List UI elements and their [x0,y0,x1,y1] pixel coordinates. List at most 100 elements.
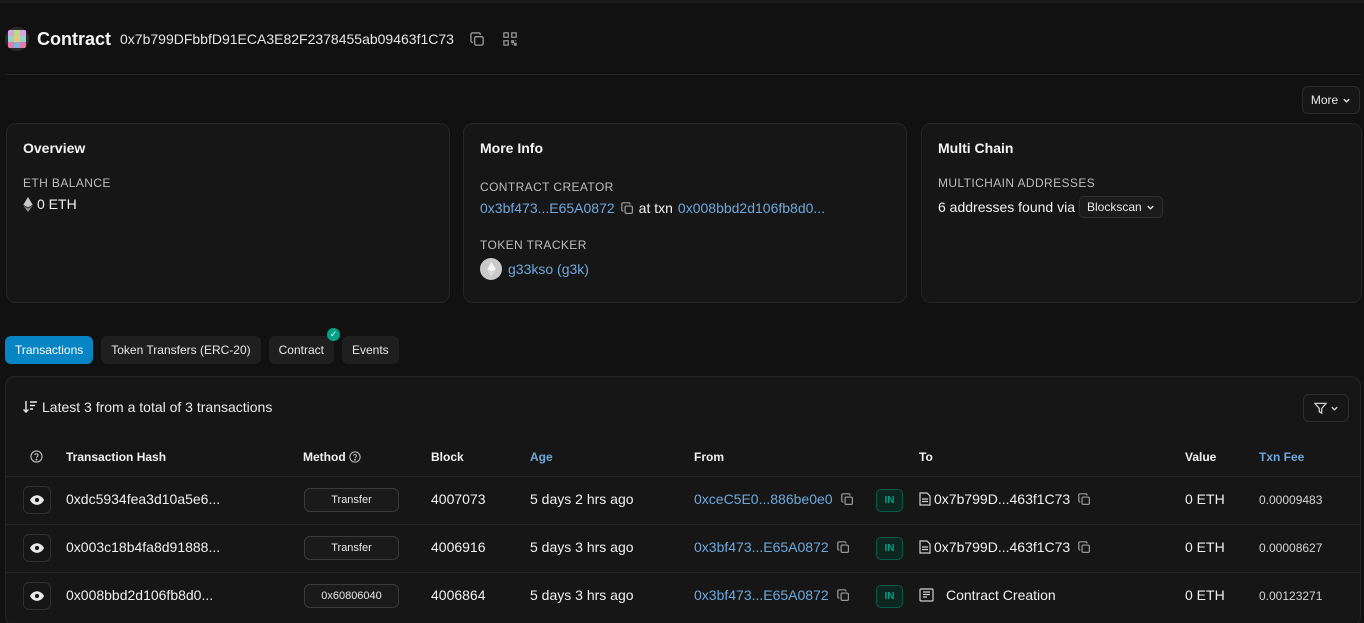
txn-fee-text: 0.00009483 [1259,493,1323,507]
contract-creator-label: CONTRACT CREATOR [480,180,614,194]
token-icon [480,258,502,280]
multi-chain-card: Multi Chain MULTICHAIN ADDRESSES 6 addre… [921,123,1362,303]
column-from: From [694,450,724,464]
to-address-text[interactable]: 0x7b799D...463f1C73 [934,491,1070,507]
column-value: Value [1185,450,1217,464]
table-row: 0x003c18b4fa8d91888... Transfer 4006916 … [6,525,1360,572]
block-link[interactable]: 4006916 [431,539,486,555]
value-text: 0 ETH [1185,491,1225,507]
from-address-link[interactable]: 0xceC5E0...886be0e0 [694,491,833,507]
question-circle-icon [30,450,43,463]
chevron-down-icon [1343,98,1350,103]
eth-balance-label: ETH BALANCE [23,176,111,190]
question-circle-icon[interactable] [348,451,361,463]
transaction-hash-link[interactable]: 0xdc5934fea3d10a5e6... [66,491,220,507]
more-button-label: More [1310,93,1339,107]
value-text: 0 ETH [1185,539,1225,555]
direction-badge: IN [876,585,903,608]
method-badge: Transfer [304,536,399,560]
table-row: 0xdc5934fea3d10a5e6... Transfer 4007073 … [6,477,1360,524]
filter-icon [1313,402,1327,414]
chevron-down-icon [1330,406,1338,411]
column-age[interactable]: Age [530,450,553,464]
help-icon-column[interactable] [30,450,43,463]
check-icon: ✓ [327,328,340,341]
column-method: Method [303,450,361,464]
filter-button[interactable] [1303,394,1349,422]
column-block: Block [431,450,464,464]
copy-icon[interactable] [620,201,634,215]
addresses-found-text: 6 addresses found via [938,199,1075,215]
txn-fee-text: 0.00123271 [1259,589,1323,603]
copy-icon[interactable] [1078,492,1091,506]
ethereum-icon [23,196,33,212]
from-address-link[interactable]: 0x3bf473...E65A0872 [694,539,829,555]
column-method-label: Method [303,450,346,464]
tab-events[interactable]: Events [342,336,399,364]
qr-code-icon[interactable] [503,32,517,46]
contract-creator-link[interactable]: 0x3bf473...E65A0872 [480,200,615,216]
document-icon [919,492,931,506]
from-address-link[interactable]: 0x3bf473...E65A0872 [694,587,829,603]
tab-token-transfers[interactable]: Token Transfers (ERC-20) [101,336,261,364]
page-header: Contract 0x7b799DFbbfD91ECA3E82F2378455a… [5,24,517,54]
tab-bar: Transactions Token Transfers (ERC-20) Co… [5,328,399,364]
txn-fee-text: 0.00008627 [1259,541,1323,555]
blockscan-label: Blockscan [1086,200,1142,214]
tab-transactions[interactable]: Transactions [5,336,94,364]
top-border [0,0,1364,3]
more-button[interactable]: More [1302,86,1360,114]
at-txn-text: at txn [638,200,673,216]
overview-title: Overview [23,140,86,156]
method-badge: 0x60806040 [304,584,399,608]
contract-avatar [5,27,29,51]
to-address-text[interactable]: 0x7b799D...463f1C73 [934,539,1070,555]
method-badge: Transfer [304,488,399,512]
transaction-hash-link[interactable]: 0x003c18b4fa8d91888... [66,539,220,555]
direction-badge: IN [876,489,903,512]
eye-icon[interactable] [23,534,51,562]
tab-contract-label: Contract [278,343,324,357]
transactions-panel: Latest 3 from a total of 3 transactions … [5,376,1361,623]
token-tracker-label: TOKEN TRACKER [480,238,587,252]
age-text: 5 days 3 hrs ago [530,587,634,603]
copy-icon[interactable] [836,588,850,602]
column-to: To [919,450,933,464]
table-row: 0x008bbd2d106fb8d0... 0x60806040 4006864… [6,573,1360,620]
copy-icon[interactable] [1078,540,1091,554]
creator-txn-link[interactable]: 0x008bbd2d106fb8d0... [678,200,825,216]
column-transaction-hash: Transaction Hash [66,450,167,464]
header-divider [5,74,1361,75]
transactions-summary: Latest 3 from a total of 3 transactions [22,399,272,415]
direction-badge: IN [876,537,903,560]
summary-text: Latest 3 from a total of 3 transactions [42,399,273,415]
transaction-hash-link[interactable]: 0x008bbd2d106fb8d0... [66,587,213,603]
blockscan-dropdown[interactable]: Blockscan [1078,196,1163,218]
chevron-down-icon [1147,205,1154,210]
eye-icon[interactable] [23,582,51,610]
more-info-card: More Info CONTRACT CREATOR 0x3bf473...E6… [463,123,907,303]
contract-creation-icon [919,588,934,602]
copy-icon[interactable] [836,540,850,554]
document-icon [919,540,931,554]
value-text: 0 ETH [1185,587,1225,603]
column-txn-fee[interactable]: Txn Fee [1259,450,1304,464]
block-link[interactable]: 4006864 [431,587,486,603]
age-text: 5 days 3 hrs ago [530,539,634,555]
copy-icon[interactable] [470,31,485,47]
eth-balance-value: 0 ETH [37,196,77,212]
age-text: 5 days 2 hrs ago [530,491,634,507]
block-link[interactable]: 4007073 [431,491,486,507]
multichain-addresses-label: MULTICHAIN ADDRESSES [938,176,1096,190]
token-tracker-link[interactable]: g33kso (g3k) [508,261,589,277]
contract-address: 0x7b799DFbbfD91ECA3E82F2378455ab09463f1C… [120,31,454,47]
tab-contract[interactable]: Contract ✓ [268,328,340,364]
contract-creation-text: Contract Creation [946,587,1056,603]
eye-icon[interactable] [23,486,51,514]
multi-chain-title: Multi Chain [938,140,1014,156]
overview-card: Overview ETH BALANCE 0 ETH [6,123,450,303]
page-title: Contract [37,28,112,49]
more-info-title: More Info [480,140,543,156]
sort-icon [23,401,37,413]
copy-icon[interactable] [840,492,854,506]
